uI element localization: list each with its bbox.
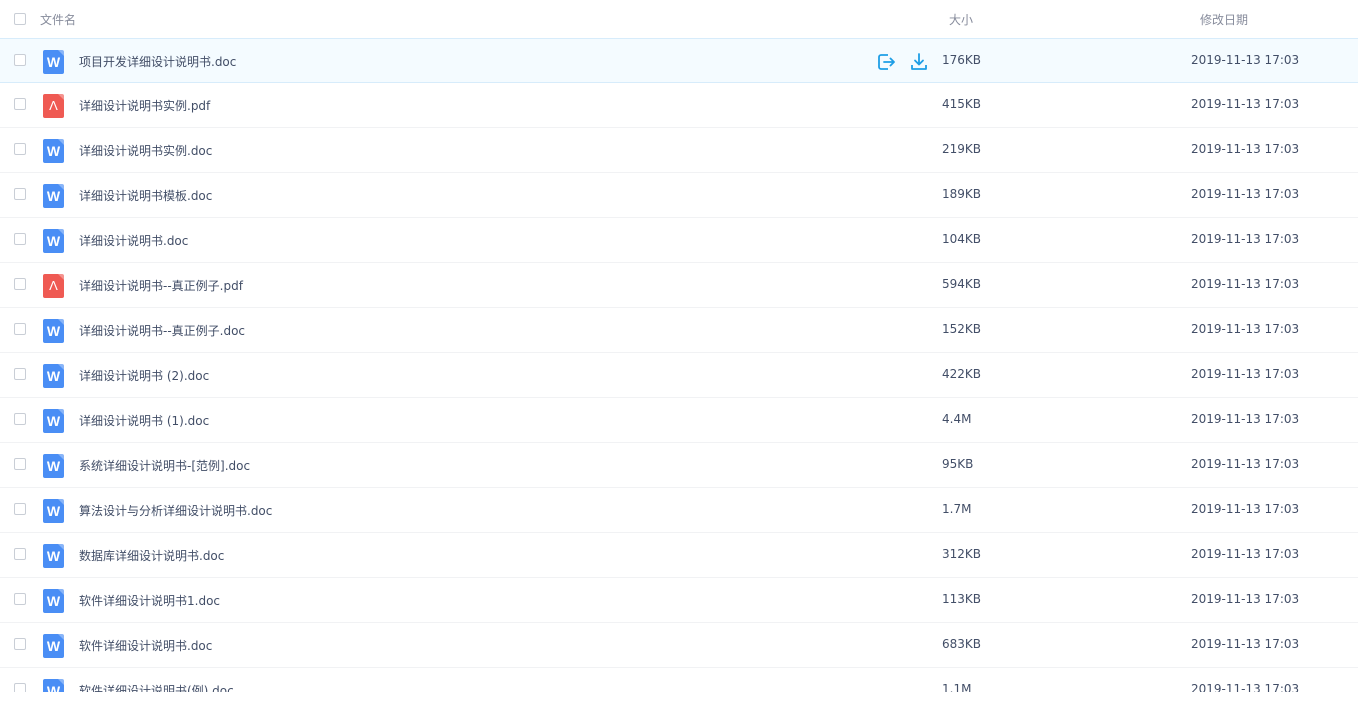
row-checkbox[interactable] bbox=[14, 368, 26, 380]
row-checkbox[interactable] bbox=[14, 683, 26, 692]
file-modified-date: 2019-11-13 17:03 bbox=[1191, 457, 1300, 471]
file-modified-date: 2019-11-13 17:03 bbox=[1191, 187, 1300, 201]
word-doc-icon: W bbox=[43, 364, 64, 388]
file-row[interactable]: W 详细设计说明书模板.doc 189KB 2019-11-13 17:03 bbox=[0, 173, 1358, 218]
file-size: 594KB bbox=[942, 277, 982, 291]
file-modified-date: 2019-11-13 17:03 bbox=[1191, 592, 1300, 606]
file-list: W 项目开发详细设计说明书.doc 176KB 2019-11-13 17:03 Λ 详细… bbox=[0, 38, 1358, 692]
file-size: 422KB bbox=[942, 367, 982, 381]
file-size: 415KB bbox=[942, 97, 982, 111]
file-name-link[interactable]: 系统详细设计说明书-[范例].doc bbox=[79, 457, 250, 474]
file-size: 1.1M bbox=[942, 682, 972, 692]
row-checkbox[interactable] bbox=[14, 233, 26, 245]
file-modified-date: 2019-11-13 17:03 bbox=[1191, 502, 1300, 516]
word-doc-icon: W bbox=[43, 50, 64, 74]
file-row[interactable]: W 数据库详细设计说明书.doc 312KB 2019-11-13 17:03 bbox=[0, 533, 1358, 578]
row-checkbox[interactable] bbox=[14, 323, 26, 335]
word-doc-icon: W bbox=[43, 139, 64, 163]
file-name-link[interactable]: 项目开发详细设计说明书.doc bbox=[79, 53, 236, 70]
file-row[interactable]: W 详细设计说明书.doc 104KB 2019-11-13 17:03 bbox=[0, 218, 1358, 263]
file-size: 95KB bbox=[942, 457, 974, 471]
row-checkbox[interactable] bbox=[14, 143, 26, 155]
file-name-link[interactable]: 软件详细设计说明书1.doc bbox=[79, 592, 220, 609]
file-list-header: 文件名 大小 修改日期 bbox=[0, 0, 1358, 39]
file-row[interactable]: W 项目开发详细设计说明书.doc 176KB 2019-11-13 17:03 bbox=[0, 38, 1358, 83]
file-name-link[interactable]: 详细设计说明书实例.doc bbox=[79, 142, 212, 159]
file-modified-date: 2019-11-13 17:03 bbox=[1191, 277, 1300, 291]
file-size: 4.4M bbox=[942, 412, 972, 426]
file-row[interactable]: W 详细设计说明书 (1).doc 4.4M 2019-11-13 17:03 bbox=[0, 398, 1358, 443]
file-modified-date: 2019-11-13 17:03 bbox=[1191, 637, 1300, 651]
file-name-link[interactable]: 软件详细设计说明书.doc bbox=[79, 637, 212, 654]
row-checkbox[interactable] bbox=[14, 458, 26, 470]
file-row[interactable]: W 详细设计说明书实例.doc 219KB 2019-11-13 17:03 bbox=[0, 128, 1358, 173]
row-checkbox[interactable] bbox=[14, 188, 26, 200]
row-checkbox[interactable] bbox=[14, 54, 26, 66]
word-doc-icon: W bbox=[43, 184, 64, 208]
word-doc-icon: W bbox=[43, 499, 64, 523]
file-modified-date: 2019-11-13 17:03 bbox=[1191, 322, 1300, 336]
pdf-file-icon: Λ bbox=[43, 94, 64, 118]
file-modified-date: 2019-11-13 17:03 bbox=[1191, 367, 1300, 381]
word-doc-icon: W bbox=[43, 454, 64, 478]
row-checkbox[interactable] bbox=[14, 278, 26, 290]
file-size: 1.7M bbox=[942, 502, 972, 516]
file-row[interactable]: W 软件详细设计说明书(例).doc 1.1M 2019-11-13 17:03 bbox=[0, 668, 1358, 692]
file-size: 113KB bbox=[942, 592, 982, 606]
file-name-link[interactable]: 数据库详细设计说明书.doc bbox=[79, 547, 224, 564]
file-modified-date: 2019-11-13 17:03 bbox=[1191, 547, 1300, 561]
file-name-link[interactable]: 算法设计与分析详细设计说明书.doc bbox=[79, 502, 272, 519]
file-size: 189KB bbox=[942, 187, 982, 201]
file-size: 312KB bbox=[942, 547, 982, 561]
word-doc-icon: W bbox=[43, 544, 64, 568]
pdf-file-icon: Λ bbox=[43, 274, 64, 298]
word-doc-icon: W bbox=[43, 319, 64, 343]
row-checkbox[interactable] bbox=[14, 413, 26, 425]
word-doc-icon: W bbox=[43, 589, 64, 613]
row-checkbox[interactable] bbox=[14, 638, 26, 650]
file-name-link[interactable]: 详细设计说明书实例.pdf bbox=[79, 97, 210, 114]
share-icon[interactable] bbox=[876, 52, 896, 72]
word-doc-icon: W bbox=[43, 634, 64, 658]
file-size: 219KB bbox=[942, 142, 982, 156]
row-checkbox[interactable] bbox=[14, 593, 26, 605]
file-name-link[interactable]: 详细设计说明书 (1).doc bbox=[79, 412, 209, 429]
file-modified-date: 2019-11-13 17:03 bbox=[1191, 97, 1300, 111]
word-doc-icon: W bbox=[43, 229, 64, 253]
download-icon[interactable] bbox=[909, 52, 929, 72]
column-header-name[interactable]: 文件名 bbox=[40, 11, 76, 28]
file-size: 104KB bbox=[942, 232, 982, 246]
file-row[interactable]: Λ 详细设计说明书实例.pdf 415KB 2019-11-13 17:03 bbox=[0, 83, 1358, 128]
file-name-link[interactable]: 详细设计说明书--真正例子.pdf bbox=[79, 277, 243, 294]
file-row[interactable]: W 详细设计说明书 (2).doc 422KB 2019-11-13 17:03 bbox=[0, 353, 1358, 398]
file-name-link[interactable]: 详细设计说明书 (2).doc bbox=[79, 367, 209, 384]
column-header-size[interactable]: 大小 bbox=[949, 11, 973, 28]
word-doc-icon: W bbox=[43, 679, 64, 692]
select-all-checkbox[interactable] bbox=[14, 13, 26, 25]
file-name-link[interactable]: 详细设计说明书--真正例子.doc bbox=[79, 322, 245, 339]
file-name-link[interactable]: 详细设计说明书.doc bbox=[79, 232, 188, 249]
row-checkbox[interactable] bbox=[14, 503, 26, 515]
file-modified-date: 2019-11-13 17:03 bbox=[1191, 412, 1300, 426]
file-size: 152KB bbox=[942, 322, 982, 336]
file-row[interactable]: W 系统详细设计说明书-[范例].doc 95KB 2019-11-13 17:03 bbox=[0, 443, 1358, 488]
file-row[interactable]: W 详细设计说明书--真正例子.doc 152KB 2019-11-13 17:03 bbox=[0, 308, 1358, 353]
word-doc-icon: W bbox=[43, 409, 64, 433]
file-size: 683KB bbox=[942, 637, 982, 651]
column-header-date[interactable]: 修改日期 bbox=[1200, 11, 1248, 28]
file-row[interactable]: W 软件详细设计说明书1.doc 113KB 2019-11-13 17:03 bbox=[0, 578, 1358, 623]
file-row[interactable]: W 算法设计与分析详细设计说明书.doc 1.7M 2019-11-13 17:03 bbox=[0, 488, 1358, 533]
row-checkbox[interactable] bbox=[14, 98, 26, 110]
file-name-link[interactable]: 软件详细设计说明书(例).doc bbox=[79, 682, 234, 692]
file-modified-date: 2019-11-13 17:03 bbox=[1191, 682, 1300, 692]
file-modified-date: 2019-11-13 17:03 bbox=[1191, 53, 1300, 67]
row-checkbox[interactable] bbox=[14, 548, 26, 560]
file-name-link[interactable]: 详细设计说明书模板.doc bbox=[79, 187, 212, 204]
file-row[interactable]: W 软件详细设计说明书.doc 683KB 2019-11-13 17:03 bbox=[0, 623, 1358, 668]
file-modified-date: 2019-11-13 17:03 bbox=[1191, 142, 1300, 156]
file-modified-date: 2019-11-13 17:03 bbox=[1191, 232, 1300, 246]
file-row[interactable]: Λ 详细设计说明书--真正例子.pdf 594KB 2019-11-13 17:03 bbox=[0, 263, 1358, 308]
file-size: 176KB bbox=[942, 53, 982, 67]
